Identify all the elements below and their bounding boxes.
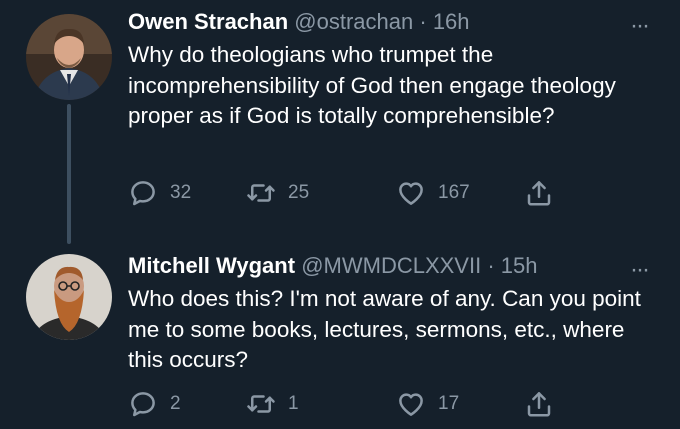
share-button[interactable]	[524, 177, 566, 209]
author-name[interactable]: Mitchell Wygant	[128, 253, 295, 278]
tweet-text: Who does this? I'm not aware of any. Can…	[128, 286, 641, 372]
like-button[interactable]: 17	[396, 388, 459, 420]
tweet-text: Why do theologians who trumpet the incom…	[128, 42, 616, 128]
tweet-actions: 2 1 17	[128, 388, 558, 420]
separator-dot: ·	[419, 9, 427, 34]
share-icon	[527, 181, 551, 206]
tweet-timestamp[interactable]: 15h	[501, 253, 538, 278]
reply-icon	[131, 392, 155, 417]
tweet-header: Owen Strachan @ostrachan · 16h	[128, 8, 470, 36]
retweet-icon	[247, 395, 275, 413]
reply-count: 2	[170, 393, 181, 414]
reply-button[interactable]: 2	[128, 388, 181, 420]
tweet-timestamp[interactable]: 16h	[433, 9, 470, 34]
more-icon[interactable]: ···	[624, 258, 654, 282]
like-icon	[399, 182, 423, 205]
like-icon	[399, 393, 423, 416]
author-handle[interactable]: @ostrachan	[294, 9, 413, 34]
share-button[interactable]	[524, 388, 566, 420]
avatar[interactable]	[26, 14, 112, 100]
retweet-count: 25	[288, 182, 310, 203]
like-count: 167	[438, 182, 470, 203]
tweet-header: Mitchell Wygant @MWMDCLXXVII · 15h	[128, 252, 538, 280]
reply-count: 32	[170, 182, 192, 203]
share-icon	[527, 392, 551, 417]
like-button[interactable]: 167	[396, 177, 470, 209]
separator-dot: ·	[487, 253, 495, 278]
avatar[interactable]	[26, 254, 112, 340]
reply-icon	[131, 181, 155, 206]
retweet-count: 1	[288, 393, 299, 414]
retweet-icon	[247, 184, 275, 202]
retweet-button[interactable]: 1	[246, 388, 299, 420]
tweet-mitchell-wygant[interactable]: Mitchell Wygant @MWMDCLXXVII · 15h ··· W…	[0, 240, 680, 429]
tweet-actions: 32 25 167	[128, 177, 558, 209]
like-count: 17	[438, 393, 460, 414]
author-name[interactable]: Owen Strachan	[128, 9, 288, 34]
reply-button[interactable]: 32	[128, 177, 191, 209]
author-handle[interactable]: @MWMDCLXXVII	[301, 253, 481, 278]
retweet-button[interactable]: 25	[246, 177, 309, 209]
tweet-owen-strachan[interactable]: Owen Strachan @ostrachan · 16h ··· Why d…	[0, 0, 680, 230]
more-icon[interactable]: ···	[624, 14, 654, 38]
